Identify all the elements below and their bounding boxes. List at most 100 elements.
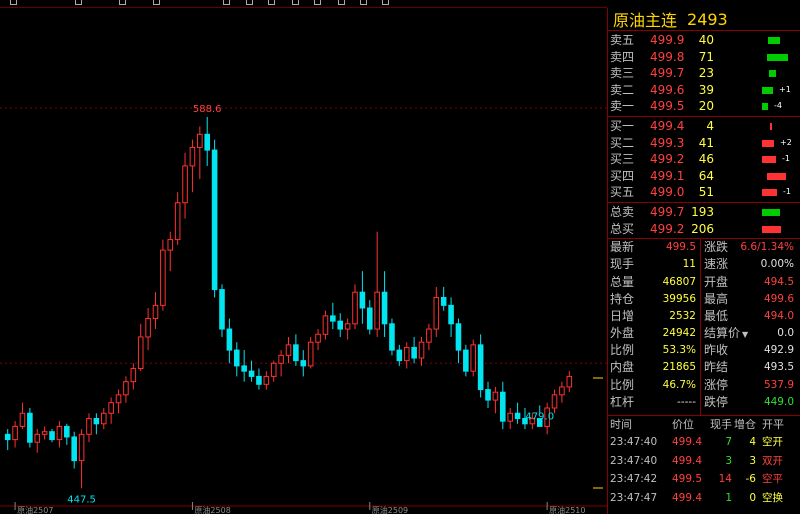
ask-levels: 卖五 499.9 40 卖四 499.8 71 卖三 499.7 23 卖二 499.6 39 +1 卖一… [608, 31, 800, 117]
candle-body [197, 133, 203, 148]
level-label: 卖四 [610, 49, 635, 64]
chart-canvas[interactable]: 588.6 447.5 479.0 原油2507 原油2508 原油2509 原油2510 [0, 8, 607, 514]
stat-value: 0.00% [760, 258, 794, 271]
candle-body [374, 291, 380, 330]
level-label: 卖五 [610, 33, 635, 47]
tick-header: 时间 价位 现手 增仓 开平 [608, 416, 800, 433]
order-level[interactable]: 买二 499.3 41 +2 [608, 135, 800, 152]
stat-value: 11 [682, 258, 696, 271]
stat-value: ----- [677, 395, 696, 408]
candle-body [130, 368, 137, 383]
tick-hand: 3 [725, 454, 732, 467]
stat-value: 537.9 [763, 378, 794, 391]
toolbar-icon[interactable] [153, 0, 160, 5]
tick-type: 空换 [762, 491, 783, 504]
stat-label: 杠杆 [610, 394, 635, 409]
toolbar-icon[interactable] [223, 0, 230, 5]
toolbar-icon[interactable] [268, 0, 275, 5]
toolbar-icon[interactable] [246, 0, 253, 5]
volume-bar [768, 37, 780, 44]
candle-body [300, 360, 307, 367]
volume-bar [766, 172, 786, 180]
stat-value: 499.6 [763, 292, 794, 305]
tick-row[interactable]: 23:47:40 499.4 7 4 空开 [608, 433, 800, 452]
candle-body [330, 315, 336, 322]
order-level[interactable]: 卖二 499.6 39 +1 [608, 82, 800, 99]
order-level[interactable]: 卖四 499.8 71 [608, 49, 800, 66]
toolbar-icon[interactable] [360, 0, 367, 5]
toolbar-icon[interactable] [10, 0, 17, 5]
candle-body [152, 304, 159, 320]
tick-row[interactable]: 23:47:42 499.5 14 -6 空平 [608, 470, 800, 489]
order-level[interactable]: 卖五 499.9 40 [608, 32, 800, 49]
candle-body [108, 402, 114, 414]
order-level[interactable]: 总买 499.2 206 [608, 221, 800, 238]
candle-body [123, 381, 129, 396]
level-change: +1 [779, 84, 791, 94]
tick-type: 空平 [762, 473, 783, 486]
order-level[interactable]: 买一 499.4 4 [608, 118, 800, 135]
candle-body [500, 391, 506, 422]
order-level[interactable]: 买四 499.1 64 [608, 168, 800, 185]
toolbar-icon[interactable] [338, 0, 345, 5]
order-level[interactable]: 卖三 499.7 23 [608, 65, 800, 82]
candle-body [41, 431, 48, 435]
candlestick-chart[interactable]: 588.6 447.5 479.0 原油2507 原油2508 原油2509 原油2510 [0, 8, 607, 514]
order-level[interactable]: 总卖 499.7 193 [608, 204, 800, 221]
candle-body [322, 315, 329, 335]
candle-body [411, 346, 417, 359]
candle-body [477, 344, 484, 391]
level-price: 499.0 [650, 185, 685, 200]
level-volume: 51 [698, 185, 714, 200]
stat-label: 最低 [704, 308, 729, 323]
stat-label: 现手 [610, 257, 635, 272]
level-change: -4 [774, 101, 782, 111]
level-volume: 64 [698, 168, 714, 183]
order-level[interactable]: 买三 499.2 46 -1 [608, 151, 800, 168]
stat-row: 比例 53.3% 昨收 492.9 [608, 342, 800, 359]
toolbar-icon[interactable] [292, 0, 299, 5]
stat-label: 总量 [610, 274, 635, 289]
level-price: 499.2 [650, 221, 685, 236]
candle-body [56, 425, 63, 441]
tick-hand: 7 [725, 436, 732, 449]
dropdown-arrow-icon[interactable]: ▼ [742, 330, 748, 339]
candle-body [78, 433, 85, 462]
volume-bar [762, 189, 777, 197]
toolbar-icon[interactable] [314, 0, 321, 5]
candle-body [189, 146, 196, 167]
candle-body [551, 394, 558, 409]
volume-bar [762, 103, 768, 111]
stat-value: 494.5 [763, 275, 794, 288]
candle-body [64, 425, 70, 438]
stat-label: 内盘 [610, 360, 635, 375]
volume-bar [768, 70, 776, 78]
candle-body [344, 323, 351, 330]
toolbar-icon[interactable] [382, 0, 389, 5]
order-level[interactable]: 买五 499.0 51 -1 [608, 184, 800, 201]
candle-body [219, 289, 225, 330]
order-level[interactable]: 卖一 499.5 20 -4 [608, 98, 800, 115]
candle-body [366, 307, 373, 330]
tick-row[interactable]: 23:47:40 499.4 3 3 双开 [608, 452, 800, 471]
toolbar-icon[interactable] [119, 0, 126, 5]
tick-open-interest: 4 [749, 436, 756, 449]
level-volume: 71 [698, 49, 714, 64]
level-price: 499.7 [650, 204, 685, 219]
tick-header-hand: 现手 [710, 418, 732, 432]
price-annotation: 479.0 [525, 411, 554, 422]
tick-time: 23:47:42 [610, 473, 658, 486]
quote-stats: 最新 499.5 涨跌 6.6/1.34% 现手 11 速涨 0.00% 总量 46807 开盘 49… [608, 239, 800, 417]
tick-list[interactable]: 时间 价位 现手 增仓 开平 23:47:40 499.4 7 4 空开 23:47:40… [608, 416, 800, 507]
tick-time: 23:47:40 [610, 454, 658, 467]
level-price: 499.5 [650, 99, 685, 114]
tick-header-open: 增仓 [734, 418, 756, 432]
tick-row[interactable]: 23:47:47 499.4 1 0 空换 [608, 489, 800, 508]
candle-body [160, 249, 166, 306]
candle-body [174, 202, 181, 241]
level-label: 卖二 [610, 82, 635, 97]
toolbar-icon[interactable] [75, 0, 82, 5]
candle-body [418, 341, 425, 359]
stat-row: 内盘 21865 昨结 493.5 [608, 359, 800, 376]
level-volume: 23 [698, 66, 714, 81]
